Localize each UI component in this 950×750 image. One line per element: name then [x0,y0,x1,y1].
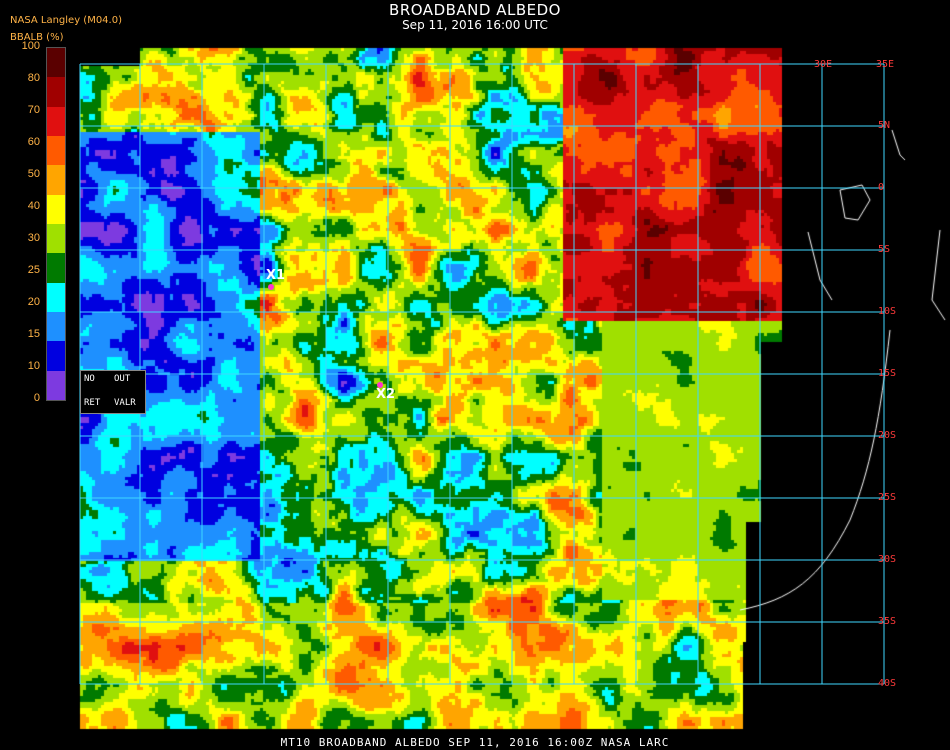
status-valr-label: VALR [114,398,136,408]
lat-label: 10S [878,306,897,317]
map-title: BROADBAND ALBEDO [389,1,561,19]
legend-band [47,165,65,196]
lon-label: 30E [814,59,833,70]
lat-label: 25S [878,492,897,503]
color-legend-bar [46,47,66,401]
legend-tick-label: 20 [27,296,40,308]
legend-tick-label: 25 [27,264,40,276]
legend-band [47,106,65,137]
legend-tick-label: 0 [33,392,40,404]
status-key-box: NO OUT RET VALR [80,370,146,414]
lat-label: 15S [878,368,897,379]
legend-tick-label: 50 [27,168,40,180]
legend-tick-label: 70 [27,104,40,116]
legend-band [47,312,65,342]
color-legend-ticks: 100 80 70 60 50 40 30 25 20 15 10 0 [0,0,46,750]
legend-band [47,77,65,108]
marker-x1: X1 [266,268,286,283]
map-timestamp: Sep 11, 2016 16:00 UTC [402,18,548,32]
legend-tick-label: 15 [27,328,40,340]
legend-tick-label: 30 [27,232,40,244]
lat-label: 20S [878,430,897,441]
legend-tick-label: 80 [27,72,40,84]
marker-x2: X2 [376,387,396,402]
lat-label: 5S [878,244,891,255]
legend-tick-label: 60 [27,136,40,148]
lat-label: 30S [878,554,897,565]
status-no-label: NO [84,374,95,384]
legend-band [47,194,65,225]
lat-label: 5N [878,120,891,131]
legend-band [47,341,65,372]
legend-tick-label: 40 [27,200,40,212]
legend-tick-label: 10 [27,360,40,372]
legend-band [47,48,65,78]
legend-band [47,370,65,401]
lat-label: 35S [878,616,897,627]
legend-band [47,253,65,284]
lat-label: 40S [878,678,897,689]
status-out-label: OUT [114,374,131,384]
legend-band [47,224,65,254]
footer-caption: MT10 BROADBAND ALBEDO SEP 11, 2016 16:00… [280,736,670,749]
lon-label: 35E [876,59,895,70]
marker-x1-dot [268,284,274,290]
status-ret-label: RET [84,398,101,408]
legend-band [47,136,65,166]
legend-band [47,282,65,313]
lat-label: 0 [878,182,885,193]
legend-tick-label: 100 [21,40,40,52]
